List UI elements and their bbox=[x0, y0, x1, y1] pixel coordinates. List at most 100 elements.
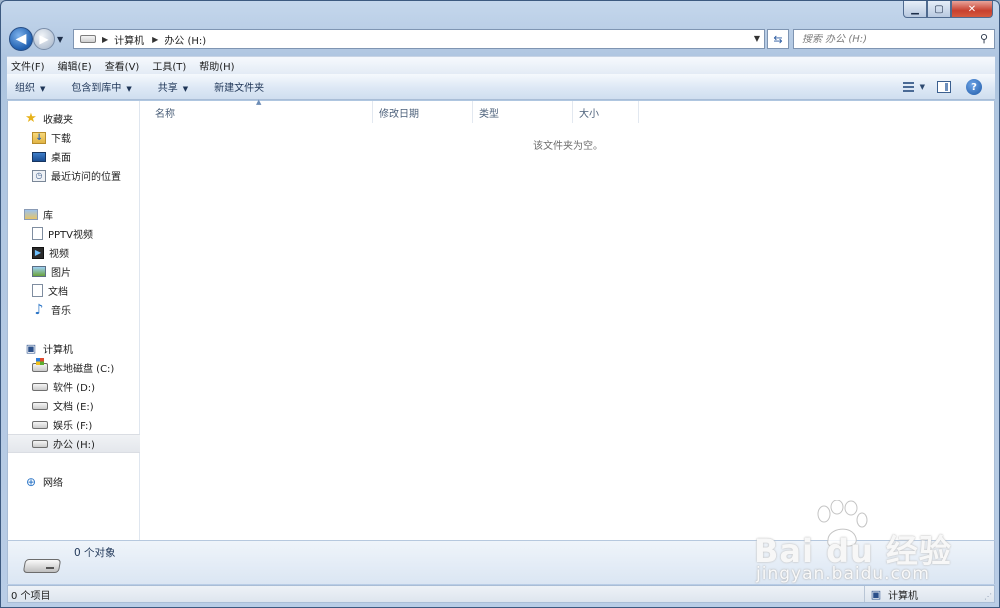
drive-icon bbox=[80, 35, 96, 43]
search-input[interactable] bbox=[802, 33, 972, 45]
recent-places-icon: ◷ bbox=[32, 169, 46, 182]
column-header-date-modified[interactable]: 修改日期 bbox=[373, 101, 473, 123]
nav-network[interactable]: ⊕ 网络 bbox=[8, 472, 140, 491]
minimize-icon: ▁ bbox=[911, 3, 919, 15]
address-bar[interactable]: ▶ 计算机 ▶ 办公 (H:) ▼ bbox=[73, 29, 765, 49]
include-in-library-button[interactable]: 包含到库中 ▼ bbox=[71, 79, 131, 94]
nav-item-label: 下载 bbox=[51, 134, 71, 145]
nav-item-label: 视频 bbox=[49, 249, 69, 260]
file-list-area[interactable]: ▲ 名称 修改日期 类型 大小 该文件夹为空。 bbox=[141, 98, 994, 540]
empty-folder-message: 该文件夹为空。 bbox=[533, 141, 603, 152]
new-folder-button[interactable]: 新建文件夹 bbox=[214, 79, 264, 94]
share-label: 共享 bbox=[157, 83, 178, 94]
preview-pane-button[interactable] bbox=[933, 78, 955, 96]
main-body: ★ 收藏夹 ↓ 下载 桌面 ◷ 最近访问的位置 库 PPTV视频 ▶ 视频 图片 文档 … bbox=[7, 98, 995, 540]
status-location-label: 计算机 bbox=[888, 590, 918, 602]
status-bar: 0 个项目 ▣ 计算机 ⋰ bbox=[7, 585, 995, 603]
nav-item-pptv-video[interactable]: PPTV视频 bbox=[8, 224, 140, 243]
picture-icon bbox=[32, 266, 46, 277]
video-icon: ▶ bbox=[32, 246, 44, 259]
item-count: 0 个项目 bbox=[11, 590, 51, 602]
maximize-button[interactable]: ▢ bbox=[927, 1, 951, 18]
menu-tools[interactable]: 工具(T) bbox=[152, 58, 186, 73]
nav-item-label: 图片 bbox=[51, 268, 71, 279]
organize-button[interactable]: 组织 ▼ bbox=[15, 79, 45, 94]
forward-button[interactable]: ▶ bbox=[33, 28, 55, 50]
large-drive-icon bbox=[22, 555, 62, 577]
nav-item-label: 本地磁盘 (C:) bbox=[53, 364, 115, 375]
nav-item-label: 音乐 bbox=[51, 306, 71, 317]
nav-favorites[interactable]: ★ 收藏夹 bbox=[8, 109, 140, 128]
refresh-button[interactable]: ⇆ bbox=[767, 29, 789, 49]
column-header-type[interactable]: 类型 bbox=[473, 101, 573, 123]
address-history-dropdown-icon[interactable]: ▼ bbox=[754, 34, 760, 43]
back-button[interactable]: ◀ bbox=[9, 27, 33, 51]
nav-item-label: 软件 (D:) bbox=[53, 383, 96, 394]
downloads-folder-icon: ↓ bbox=[32, 131, 46, 144]
organize-label: 组织 bbox=[15, 83, 35, 94]
help-button[interactable]: ? bbox=[963, 78, 985, 96]
recent-pages-dropdown[interactable]: ▼ bbox=[57, 35, 63, 44]
close-button[interactable]: ✕ bbox=[951, 1, 993, 18]
nav-item-label: 桌面 bbox=[51, 153, 71, 164]
network-icon: ⊕ bbox=[25, 474, 37, 489]
nav-item-drive-d[interactable]: 软件 (D:) bbox=[8, 377, 140, 396]
nav-libraries[interactable]: 库 bbox=[8, 205, 140, 224]
menu-help[interactable]: 帮助(H) bbox=[199, 58, 234, 73]
nav-computer[interactable]: ▣ 计算机 bbox=[8, 339, 140, 358]
search-icon[interactable]: ⚲ bbox=[980, 32, 988, 45]
help-icon: ? bbox=[966, 79, 982, 95]
navigation-row: ◀ ▶ ▼ ▶ 计算机 ▶ 办公 (H:) ▼ ⇆ ⚲ bbox=[7, 27, 995, 53]
breadcrumb-current-drive[interactable]: 办公 (H:) bbox=[164, 32, 206, 47]
column-header-name[interactable]: ▲ 名称 bbox=[141, 98, 373, 123]
nav-item-downloads[interactable]: ↓ 下载 bbox=[8, 128, 140, 147]
arrow-right-icon: ▶ bbox=[39, 32, 49, 46]
nav-libraries-label: 库 bbox=[43, 211, 53, 222]
nav-item-label: PPTV视频 bbox=[48, 230, 94, 241]
menu-file[interactable]: 文件(F) bbox=[11, 58, 45, 73]
command-bar: 组织 ▼ 包含到库中 ▼ 共享 ▼ 新建文件夹 ▼ ? bbox=[7, 74, 995, 100]
toolbar-right-group: ▼ ? bbox=[895, 78, 985, 96]
navigation-pane: ★ 收藏夹 ↓ 下载 桌面 ◷ 最近访问的位置 库 PPTV视频 ▶ 视频 图片 文档 … bbox=[8, 101, 140, 540]
preview-pane-icon bbox=[937, 81, 951, 93]
system-drive-icon bbox=[32, 358, 48, 372]
close-icon: ✕ bbox=[967, 3, 977, 15]
column-header-label: 修改日期 bbox=[379, 108, 419, 120]
status-location: ▣ 计算机 bbox=[864, 586, 994, 602]
nav-item-recent-places[interactable]: ◷ 最近访问的位置 bbox=[8, 166, 140, 185]
resize-grip-icon[interactable]: ⋰ bbox=[984, 592, 992, 601]
breadcrumb-separator-icon[interactable]: ▶ bbox=[102, 35, 108, 44]
breadcrumb-separator-icon[interactable]: ▶ bbox=[152, 35, 158, 44]
document-icon bbox=[32, 284, 43, 297]
nav-item-drive-h[interactable]: 办公 (H:) bbox=[8, 434, 140, 453]
object-count: 0 个对象 bbox=[74, 547, 116, 559]
nav-item-pictures[interactable]: 图片 bbox=[8, 262, 140, 281]
computer-icon: ▣ bbox=[870, 587, 882, 601]
view-options-icon bbox=[903, 82, 914, 92]
breadcrumb-computer[interactable]: 计算机 bbox=[114, 32, 144, 47]
minimize-button[interactable]: ▁ bbox=[903, 1, 927, 18]
nav-item-documents[interactable]: 文档 bbox=[8, 281, 140, 300]
nav-item-label: 最近访问的位置 bbox=[51, 172, 121, 183]
nav-favorites-label: 收藏夹 bbox=[43, 115, 73, 126]
nav-item-drive-c[interactable]: 本地磁盘 (C:) bbox=[8, 358, 140, 377]
column-header-label: 名称 bbox=[155, 108, 175, 120]
nav-item-drive-e[interactable]: 文档 (E:) bbox=[8, 396, 140, 415]
menu-edit[interactable]: 编辑(E) bbox=[58, 58, 92, 73]
nav-item-drive-f[interactable]: 娱乐 (F:) bbox=[8, 415, 140, 434]
nav-network-label: 网络 bbox=[43, 478, 63, 489]
arrow-left-icon: ◀ bbox=[15, 31, 27, 47]
nav-item-music[interactable]: ♪ 音乐 bbox=[8, 300, 140, 319]
column-header-label: 类型 bbox=[479, 108, 499, 120]
chevron-down-icon: ▼ bbox=[40, 85, 46, 93]
column-headers: ▲ 名称 修改日期 类型 大小 bbox=[141, 98, 994, 123]
change-view-button[interactable]: ▼ bbox=[903, 78, 925, 96]
nav-item-desktop[interactable]: 桌面 bbox=[8, 147, 140, 166]
menu-view[interactable]: 查看(V) bbox=[105, 58, 140, 73]
nav-item-videos[interactable]: ▶ 视频 bbox=[8, 243, 140, 262]
nav-item-label: 文档 (E:) bbox=[53, 402, 94, 413]
share-button[interactable]: 共享 ▼ bbox=[158, 79, 188, 94]
search-box[interactable]: ⚲ bbox=[793, 29, 995, 49]
column-header-size[interactable]: 大小 bbox=[573, 101, 639, 123]
drive-icon bbox=[32, 382, 48, 391]
